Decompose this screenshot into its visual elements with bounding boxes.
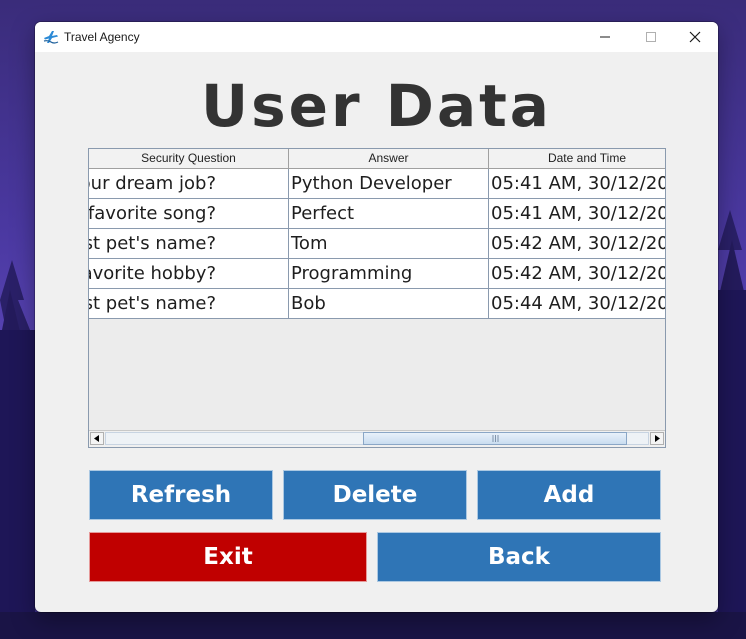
cell-security-question[interactable]: our favorite hobby? <box>89 259 289 289</box>
grip-icon <box>492 435 498 442</box>
maximize-button[interactable] <box>628 22 674 52</box>
delete-button[interactable]: Delete <box>283 470 467 520</box>
maximize-icon <box>646 32 656 42</box>
title-bar[interactable]: Travel Agency <box>35 22 718 52</box>
column-header-security-question[interactable]: Security Question <box>89 149 289 168</box>
close-icon <box>689 31 701 43</box>
table-row[interactable]: rst pet's name? Tom 05:42 AM, 30/12/20 <box>89 229 665 259</box>
refresh-button[interactable]: Refresh <box>89 470 273 520</box>
table-header: Security Question Answer Date and Time <box>89 149 665 169</box>
cell-security-question[interactable]: our dream job? <box>89 169 289 199</box>
minimize-icon <box>600 36 610 38</box>
exit-button[interactable]: Exit <box>89 532 367 582</box>
table-row[interactable]: our favorite song? Perfect 05:41 AM, 30/… <box>89 199 665 229</box>
cell-security-question[interactable]: our favorite song? <box>89 199 289 229</box>
chevron-right-icon <box>655 435 660 442</box>
scroll-left-button[interactable] <box>90 432 104 445</box>
add-button[interactable]: Add <box>477 470 661 520</box>
window-title: Travel Agency <box>64 30 140 44</box>
cell-date-time[interactable]: 05:44 AM, 30/12/20 <box>489 289 665 319</box>
cell-answer[interactable]: Programming <box>289 259 489 289</box>
table-row[interactable]: our dream job? Python Developer 05:41 AM… <box>89 169 665 199</box>
back-button[interactable]: Back <box>377 532 661 582</box>
chevron-left-icon <box>94 435 99 442</box>
scroll-thumb[interactable] <box>363 432 627 445</box>
travel-agency-icon <box>43 31 59 44</box>
close-button[interactable] <box>672 22 718 52</box>
cell-date-time[interactable]: 05:41 AM, 30/12/20 <box>489 169 665 199</box>
column-header-date-time[interactable]: Date and Time <box>489 149 665 168</box>
table-row[interactable]: rst pet's name? Bob 05:44 AM, 30/12/20 <box>89 289 665 319</box>
table-row[interactable]: our favorite hobby? Programming 05:42 AM… <box>89 259 665 289</box>
horizontal-scrollbar[interactable] <box>89 430 665 447</box>
app-window: Travel Agency User Data Security Questio… <box>35 22 718 612</box>
cell-answer[interactable]: Bob <box>289 289 489 319</box>
minimize-button[interactable] <box>582 22 628 52</box>
cell-date-time[interactable]: 05:42 AM, 30/12/20 <box>489 229 665 259</box>
cell-answer[interactable]: Tom <box>289 229 489 259</box>
cell-answer[interactable]: Python Developer <box>289 169 489 199</box>
cell-answer[interactable]: Perfect <box>289 199 489 229</box>
cell-security-question[interactable]: rst pet's name? <box>89 229 289 259</box>
cell-security-question[interactable]: rst pet's name? <box>89 289 289 319</box>
column-header-answer[interactable]: Answer <box>289 149 489 168</box>
scroll-right-button[interactable] <box>650 432 664 445</box>
user-data-table[interactable]: Security Question Answer Date and Time o… <box>88 148 666 448</box>
page-title: User Data <box>201 72 552 140</box>
cell-date-time[interactable]: 05:42 AM, 30/12/20 <box>489 259 665 289</box>
cell-date-time[interactable]: 05:41 AM, 30/12/20 <box>489 199 665 229</box>
